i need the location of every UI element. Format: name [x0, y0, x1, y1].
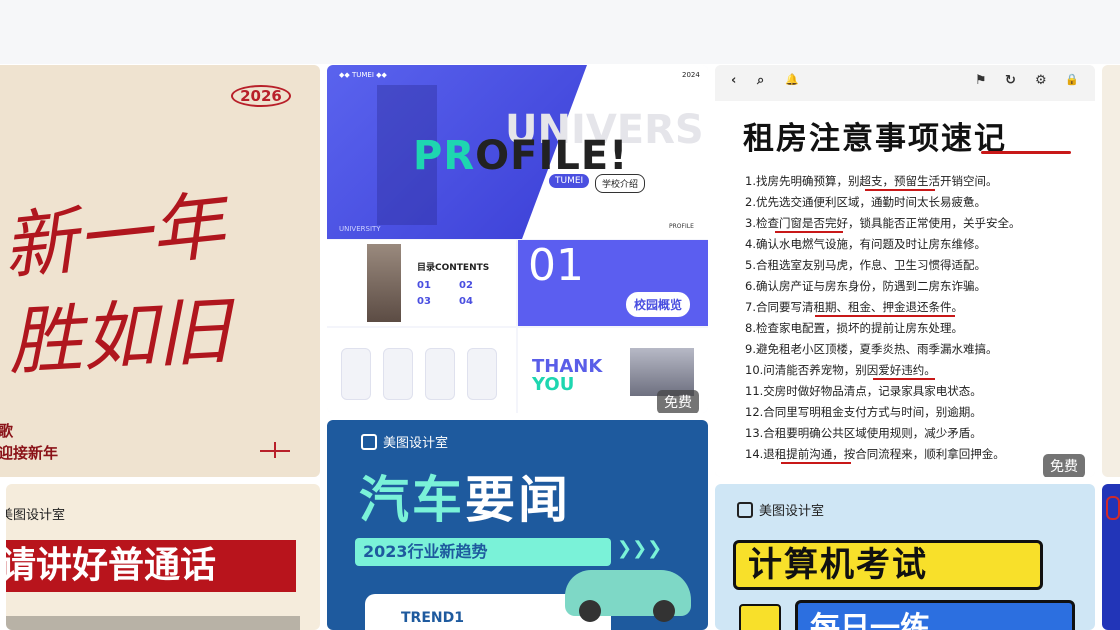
- thank-you-text: THANK YOU: [532, 356, 603, 395]
- cover-year: 2024: [682, 71, 700, 79]
- trend-label: TREND1: [401, 610, 464, 626]
- underline-mark: [865, 189, 935, 191]
- partial-card-right[interactable]: [1102, 484, 1120, 630]
- note-line: 1.找房先明确预算，别超支，预留生活开销空间。: [745, 174, 998, 188]
- slide-contents: 目录CONTENTS 01 02 03 04: [327, 240, 516, 326]
- folder-icon: [739, 604, 781, 630]
- refresh-icon: ↻: [1005, 73, 1016, 88]
- note-title: 租房注意事项速记: [743, 121, 1007, 157]
- slide-gallery: [327, 328, 516, 413]
- section-pill: 校园概览: [626, 292, 691, 317]
- brand-logo: 美图设计室: [361, 432, 448, 451]
- title-underline: [981, 151, 1071, 154]
- wheel-icon: [579, 600, 601, 622]
- gallery-card: [467, 348, 497, 400]
- slide-cover: ◆◆ TUMEI ◆◆ 2024 UNIVERS PROFILE! TUMEI …: [327, 65, 708, 239]
- template-card-computer-exam[interactable]: 美图设计室 计算机考试 每日一练: [715, 484, 1095, 630]
- template-card-rent-notes[interactable]: ‹ ⌕ 🔔 ⚑ ↻ ⚙ 🔒 租房注意事项速记 免费 1.找房先明确预算，别超支，…: [715, 65, 1095, 477]
- free-badge: 免费: [657, 390, 699, 413]
- subtitle-line-2: 迎接新年: [0, 444, 59, 462]
- note-line: 10.问清能否养宠物，别因爱好违约。: [745, 363, 936, 377]
- wheel-icon: [653, 600, 675, 622]
- gear-icon: ⚙: [1035, 73, 1047, 88]
- note-line: 13.合租要明确公共区域使用规则，减少矛盾。: [745, 426, 982, 440]
- chevrons-icon: ❯❯❯: [617, 538, 663, 559]
- bell-icon: 🔔: [785, 73, 799, 86]
- subtitle-line-1: 歌: [0, 422, 14, 440]
- underline-mark: [781, 462, 851, 464]
- section-number: 01: [528, 240, 584, 291]
- template-card-new-year[interactable]: 2026 新一年 胜如旧 歌 迎接新年: [0, 65, 320, 477]
- note-line: 7.合同要写清租期、租金、押金退还条件。: [745, 300, 963, 314]
- grid-icon: [361, 434, 377, 450]
- underline-mark: [775, 231, 843, 233]
- note-toolbar: ‹ ⌕ 🔔 ⚑ ↻ ⚙ 🔒: [715, 65, 1095, 97]
- calligraphy-line-2: 胜如旧: [6, 288, 233, 386]
- cover-pill-intro: 学校介绍: [595, 174, 646, 193]
- contents-item: 01: [417, 280, 431, 291]
- gallery-card: [341, 348, 371, 400]
- gallery-card: [425, 348, 455, 400]
- contents-item: 02: [459, 280, 473, 291]
- partial-card-right[interactable]: [1102, 65, 1120, 477]
- lock-icon: 🔒: [1065, 73, 1079, 86]
- cross-decoration-icon: [260, 442, 290, 458]
- city-image: [630, 348, 694, 396]
- poster-subtitle: 每日一练: [795, 600, 1075, 630]
- free-badge: 免费: [1043, 454, 1085, 477]
- grid-icon: [737, 502, 753, 518]
- year-badge: 2026: [231, 85, 291, 107]
- note-line: 5.合租选室友别马虎，作息、卫生习惯得适配。: [745, 258, 986, 272]
- note-line: 12.合同里写明租金支付方式与时间，别逾期。: [745, 405, 982, 419]
- poster-headline: 汽车要闻: [359, 471, 571, 529]
- underline-mark: [873, 378, 935, 380]
- contents-item: 03: [417, 296, 431, 307]
- cover-profile-small: PROFILE: [669, 223, 694, 230]
- note-line: 2.优先选交通便利区域，通勤时间太长易疲惫。: [745, 195, 986, 209]
- cover-university: UNIVERSITY: [339, 225, 381, 233]
- building-photo: [367, 244, 401, 322]
- poster-subtitle: 2023行业新趋势: [355, 538, 611, 566]
- poster-title: 计算机考试: [733, 540, 1043, 590]
- poster-title: 请讲好普通话: [6, 540, 296, 592]
- slide-section: 01 校园概览: [518, 240, 708, 326]
- note-line: 6.确认房产证与房东身份，防遇到二房东诈骗。: [745, 279, 986, 293]
- cover-headline: PROFILE!: [413, 133, 629, 179]
- brand-logo: 美图设计室: [737, 500, 824, 519]
- back-icon: ‹: [731, 73, 737, 88]
- template-card-car-news[interactable]: 美图设计室 汽车要闻 2023行业新趋势 ❯❯❯ TREND1: [327, 420, 708, 630]
- note-line: 3.检查门窗是否完好，锁具能否正常使用，关乎安全。: [745, 216, 1021, 230]
- note-line: 14.退租提前沟通，按合同流程来，顺利拿回押金。: [745, 447, 1005, 461]
- cover-brand-tag: ◆◆ TUMEI ◆◆: [339, 71, 387, 79]
- contents-item: 04: [459, 296, 473, 307]
- brand-label: 美图设计室: [6, 508, 66, 523]
- search-icon: ⌕: [757, 73, 765, 88]
- note-line: 9.避免租老小区顶楼，夏季炎热、雨季漏水难搞。: [745, 342, 998, 356]
- top-bar: [0, 0, 1120, 64]
- flag-icon: ⚑: [975, 73, 987, 88]
- note-line: 8.检查家电配置，损坏的提前让房东处理。: [745, 321, 963, 335]
- note-line: 11.交房时做好物品清点，记录家具家电状态。: [745, 384, 982, 398]
- template-card-mandarin[interactable]: 美图设计室 请讲好普通话: [6, 484, 320, 630]
- cover-pill-tumei: TUMEI: [549, 174, 590, 188]
- underline-mark: [815, 315, 955, 317]
- template-card-profile[interactable]: ◆◆ TUMEI ◆◆ 2024 UNIVERS PROFILE! TUMEI …: [327, 65, 708, 413]
- gallery-card: [383, 348, 413, 400]
- note-line: 4.确认水电燃气设施，有问题及时让房东维修。: [745, 237, 986, 251]
- contents-title: 目录CONTENTS: [417, 263, 490, 273]
- footer-strip: [6, 616, 300, 630]
